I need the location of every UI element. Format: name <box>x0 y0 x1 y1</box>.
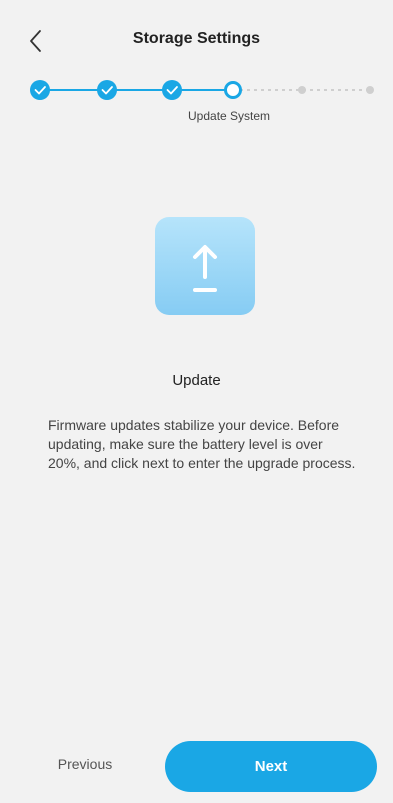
step-4-current <box>224 81 242 99</box>
update-illustration <box>155 217 255 315</box>
step-1-done <box>30 80 50 100</box>
previous-button[interactable]: Previous <box>40 756 130 778</box>
page-title: Storage Settings <box>132 30 261 47</box>
step-5-pending <box>298 86 306 94</box>
progress-stepper <box>30 80 374 100</box>
next-button[interactable]: Next <box>165 741 377 792</box>
step-6-pending <box>366 86 374 94</box>
description-text: Firmware updates stabilize your device. … <box>48 417 356 471</box>
step-2-done <box>97 80 117 100</box>
current-step-label: Update System <box>188 109 271 123</box>
step-3-done <box>162 80 182 100</box>
section-title: Update <box>172 372 221 389</box>
upload-arrow-icon <box>193 245 217 292</box>
header: Storage Settings <box>0 0 393 80</box>
